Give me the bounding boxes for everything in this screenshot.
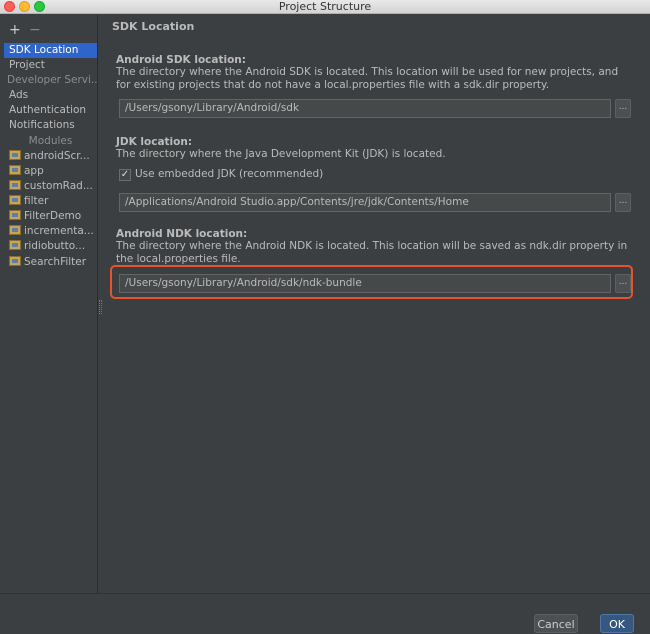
- sdk-location-panel: SDK Location Android SDK location: The d…: [100, 15, 650, 593]
- sidebar-item-project[interactable]: Project: [4, 58, 97, 73]
- module-folder-icon: [9, 165, 21, 175]
- ndk-location-description: The directory where the Android NDK is l…: [116, 240, 628, 265]
- sidebar-item-authentication[interactable]: Authentication: [4, 103, 97, 118]
- sidebar: + − SDK Location Project Developer Servi…: [0, 15, 98, 593]
- module-item[interactable]: app: [9, 164, 97, 179]
- developer-services-header: Developer Servi...: [7, 74, 97, 86]
- window-title: Project Structure: [278, 0, 372, 13]
- module-label: filter: [24, 195, 49, 207]
- embedded-jdk-label: Use embedded JDK (recommended): [135, 168, 324, 180]
- ndk-highlight-box: [110, 265, 633, 299]
- module-folder-icon: [9, 240, 21, 250]
- embedded-jdk-checkbox[interactable]: ✓: [119, 169, 131, 181]
- module-item[interactable]: ridiobutto...: [9, 239, 97, 254]
- module-label: ridiobutto...: [24, 240, 86, 252]
- sidebar-item-notifications[interactable]: Notifications: [4, 118, 97, 133]
- ndk-location-heading: Android NDK location:: [116, 228, 248, 240]
- module-item[interactable]: incrementa...: [9, 224, 97, 239]
- sdk-path-field[interactable]: /Users/gsony/Library/Android/sdk: [119, 99, 611, 118]
- jdk-location-heading: JDK location:: [116, 136, 193, 148]
- sidebar-item-ads[interactable]: Ads: [4, 88, 97, 103]
- dialog-button-bar: Cancel OK: [0, 593, 650, 634]
- jdk-location-description: The directory where the Java Development…: [116, 148, 446, 160]
- module-folder-icon: [9, 225, 21, 235]
- page-title: SDK Location: [112, 20, 195, 33]
- module-label: FilterDemo: [24, 210, 82, 222]
- sdk-location-description: The directory where the Android SDK is l…: [116, 66, 619, 91]
- module-item[interactable]: FilterDemo: [9, 209, 97, 224]
- modules-header: Modules: [28, 135, 73, 147]
- module-item[interactable]: filter: [9, 194, 97, 209]
- module-label: customRad...: [24, 180, 93, 192]
- cancel-button[interactable]: Cancel: [534, 614, 578, 633]
- module-item[interactable]: androidScr...: [9, 149, 97, 164]
- module-item[interactable]: SearchFilter: [9, 255, 97, 270]
- module-label: app: [24, 165, 44, 177]
- module-label: incrementa...: [24, 225, 94, 237]
- module-label: SearchFilter: [24, 256, 87, 268]
- add-icon[interactable]: +: [9, 23, 21, 37]
- jdk-browse-button[interactable]: ...: [615, 193, 631, 212]
- title-bar: Project Structure: [0, 0, 650, 14]
- module-folder-icon: [9, 256, 21, 266]
- sdk-location-heading: Android SDK location:: [116, 54, 246, 66]
- module-folder-icon: [9, 150, 21, 160]
- remove-icon[interactable]: −: [29, 23, 41, 37]
- jdk-path-field[interactable]: /Applications/Android Studio.app/Content…: [119, 193, 611, 212]
- module-item[interactable]: customRad...: [9, 179, 97, 194]
- module-folder-icon: [9, 180, 21, 190]
- sidebar-item-sdk-location[interactable]: SDK Location: [4, 43, 97, 58]
- sdk-browse-button[interactable]: ...: [615, 99, 631, 118]
- module-label: androidScr...: [24, 150, 90, 162]
- ok-button[interactable]: OK: [600, 614, 634, 633]
- module-folder-icon: [9, 210, 21, 220]
- module-folder-icon: [9, 195, 21, 205]
